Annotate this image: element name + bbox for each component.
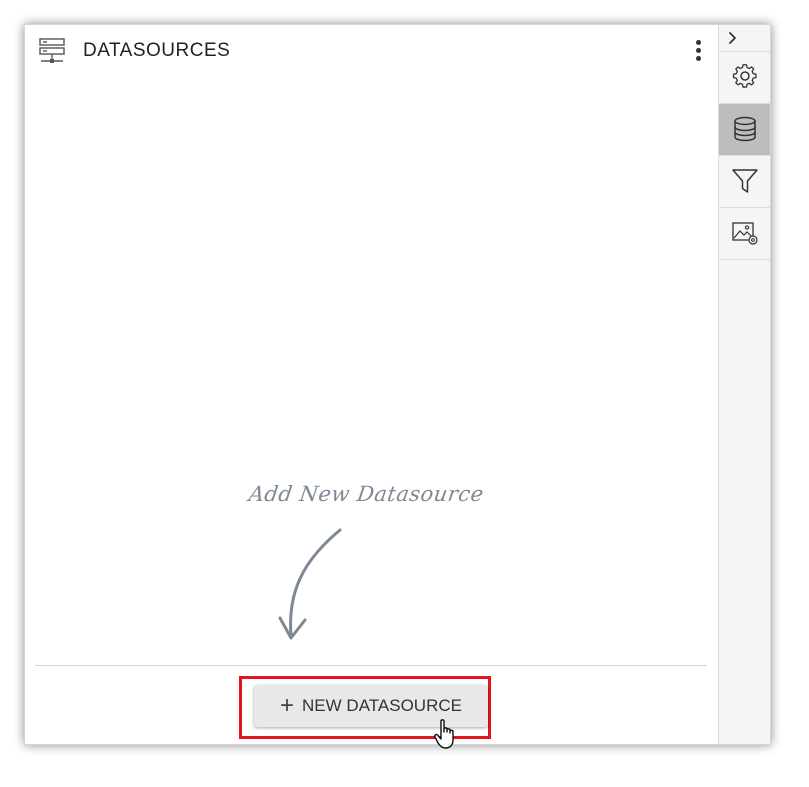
footer-divider [35, 665, 707, 666]
panel-header: DATASOURCES [25, 25, 718, 77]
side-toolbar [718, 25, 770, 744]
new-datasource-label: NEW DATASOURCE [302, 696, 462, 715]
more-vertical-icon-dot [696, 48, 701, 53]
tool-filter[interactable] [719, 155, 770, 207]
hint-text: Add New Datasource [247, 482, 486, 506]
chevron-right-icon [729, 32, 736, 44]
tool-settings[interactable] [719, 51, 770, 103]
gear-icon [732, 64, 757, 88]
tool-image-settings[interactable] [719, 207, 770, 259]
more-options-button[interactable] [689, 36, 709, 64]
hand-pointer-icon [434, 719, 454, 749]
designer-window: DATASOURCES Add New Datasource + NEW DAT… [24, 24, 771, 749]
filter-icon [732, 169, 758, 193]
curved-arrow-down-icon [278, 528, 342, 640]
database-icon [734, 116, 756, 142]
empty-state-hint: Add New Datasource [225, 480, 525, 660]
collapse-panel-button[interactable] [719, 25, 770, 51]
server-icon [38, 37, 66, 65]
more-vertical-icon [696, 40, 701, 45]
tool-datasources[interactable] [719, 103, 770, 155]
more-vertical-icon-dot [696, 56, 701, 61]
plus-icon: + [280, 692, 295, 719]
toolbar-separator [719, 259, 770, 260]
panel-title: DATASOURCES [83, 40, 231, 61]
image-settings-icon [732, 222, 758, 245]
datasources-panel: DATASOURCES Add New Datasource + NEW DAT… [25, 25, 718, 749]
